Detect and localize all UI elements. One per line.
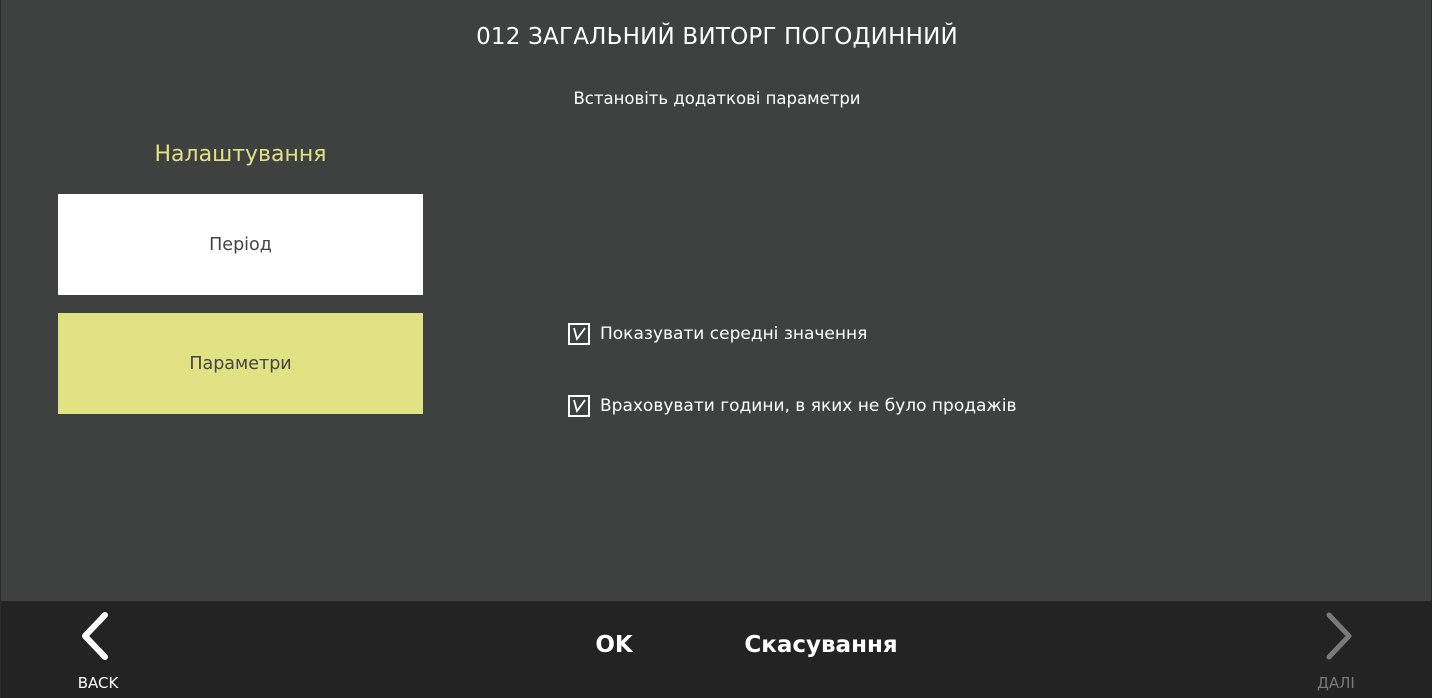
show-average-checkbox[interactable] bbox=[568, 323, 590, 345]
next-label: ДАЛІ bbox=[1317, 674, 1355, 692]
check-icon bbox=[573, 327, 586, 342]
footer-bar: BACK OK Скасування ДАЛІ bbox=[1, 601, 1432, 698]
show-average-option[interactable]: Показувати середні значення bbox=[568, 321, 867, 347]
back-button[interactable]: BACK bbox=[63, 607, 133, 693]
next-button: ДАЛІ bbox=[1301, 607, 1371, 693]
include-empty-hours-checkbox[interactable] bbox=[568, 395, 590, 417]
ok-button[interactable]: OK bbox=[581, 632, 647, 668]
check-icon bbox=[573, 399, 586, 414]
period-button[interactable]: Період bbox=[58, 194, 423, 295]
chevron-left-icon bbox=[82, 612, 108, 660]
include-empty-hours-option[interactable]: Враховувати години, в яких не було прода… bbox=[568, 393, 1016, 419]
report-settings-window: 012 ЗАГАЛЬНИЙ ВИТОРГ ПОГОДИННИЙ Встанові… bbox=[0, 0, 1432, 698]
back-label: BACK bbox=[77, 674, 119, 692]
page-title: 012 ЗАГАЛЬНИЙ ВИТОРГ ПОГОДИННИЙ bbox=[476, 24, 958, 50]
settings-heading: Налаштування bbox=[154, 142, 327, 167]
include-empty-hours-label: Враховувати години, в яких не було прода… bbox=[600, 396, 1017, 416]
show-average-label: Показувати середні значення bbox=[600, 324, 868, 344]
cancel-button[interactable]: Скасування bbox=[741, 632, 901, 668]
chevron-right-icon bbox=[1326, 612, 1352, 660]
page-subtitle: Встановіть додаткові параметри bbox=[573, 89, 861, 108]
parameters-button[interactable]: Параметри bbox=[58, 313, 423, 414]
